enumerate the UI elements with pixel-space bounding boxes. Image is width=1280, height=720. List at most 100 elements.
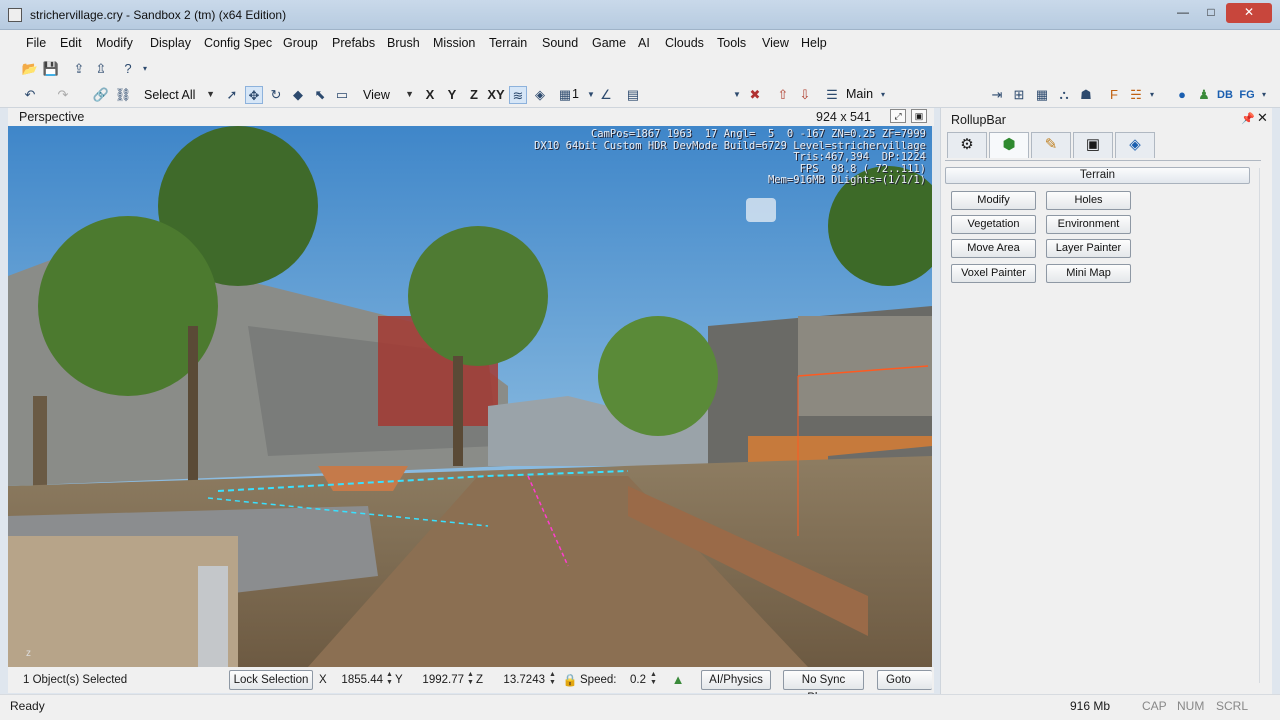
z-coordinate-field[interactable]: 13.7243 [486, 671, 545, 689]
toolbar-options-icon[interactable]: ▾ [1259, 86, 1269, 104]
modelling-icon[interactable]: ✎ [1031, 132, 1071, 158]
toolbar-options-icon[interactable]: ▾ [140, 60, 150, 78]
menu-help[interactable]: Help [801, 36, 827, 50]
unlink-icon[interactable]: ⛓ [114, 86, 132, 104]
lock-selection-button[interactable]: Lock Selection [229, 670, 313, 690]
voxel-painter-button[interactable]: Voxel Painter [951, 264, 1036, 283]
holes-button[interactable]: Holes [1046, 191, 1131, 210]
ai-physics-button[interactable]: AI/Physics [701, 670, 771, 690]
select-terrain-icon[interactable]: ⬉ [311, 86, 329, 104]
rotate-icon[interactable]: ↻ [267, 86, 285, 104]
menu-ai[interactable]: AI [638, 36, 650, 50]
close-icon[interactable]: ✕ [1257, 110, 1268, 126]
modify-button[interactable]: Modify [951, 191, 1036, 210]
character-icon[interactable]: ☗ [1077, 86, 1095, 104]
objects-icon[interactable]: ⚙ [947, 132, 987, 158]
lock-icon[interactable]: 🔒 [561, 671, 579, 689]
goto-selection-icon[interactable]: ⇥ [988, 86, 1006, 104]
axis-xy-button[interactable]: XY [485, 86, 507, 104]
angle-snap-icon[interactable]: ∠ [597, 86, 615, 104]
speed-field[interactable]: 0.2 [620, 671, 646, 689]
menu-file[interactable]: File [26, 36, 46, 50]
layer-painter-button[interactable]: Layer Painter [1046, 239, 1131, 258]
axis-z-button[interactable]: Z [465, 86, 483, 104]
table-icon[interactable]: ▦ [1033, 86, 1051, 104]
export-all-icon[interactable]: ⇫ [92, 60, 110, 78]
x-coordinate-field[interactable]: 1855.44 [328, 671, 383, 689]
terrain-section-header[interactable]: Terrain [945, 167, 1250, 184]
link-icon[interactable]: 🔗 [92, 86, 110, 104]
menu-config-spec[interactable]: Config Spec [204, 36, 272, 50]
display-icon[interactable]: ▣ [1073, 132, 1113, 158]
menu-prefabs[interactable]: Prefabs [332, 36, 375, 50]
menu-group[interactable]: Group [283, 36, 318, 50]
export-icon[interactable]: ⇪ [70, 60, 88, 78]
help-icon[interactable]: ? [119, 60, 137, 78]
speed-spinner[interactable]: ▲ ▼ [650, 671, 658, 689]
y-spinner[interactable]: ▲ ▼ [467, 671, 475, 689]
flowgraph-button[interactable]: FG [1237, 86, 1257, 104]
layer-up-icon[interactable]: ⇧ [774, 86, 792, 104]
menu-brush[interactable]: Brush [387, 36, 420, 50]
redo-icon[interactable]: ↷ [54, 86, 72, 104]
environment-button[interactable]: Environment [1046, 215, 1131, 234]
move-icon[interactable]: ✥ [245, 86, 263, 104]
toolbar-options-icon[interactable]: ▾ [878, 86, 888, 104]
chevron-down-icon[interactable]: ▼ [728, 86, 746, 104]
toolbar-options-icon[interactable]: ▾ [1147, 86, 1157, 104]
select-icon[interactable]: ➚ [223, 86, 241, 104]
terrain-follow-icon[interactable]: ≋ [509, 86, 527, 104]
menu-clouds[interactable]: Clouds [665, 36, 704, 50]
perspective-viewport[interactable]: CamPos=1867 1963 17 Angl= 5 0 -167 ZN=0.… [8, 126, 932, 667]
goto-position-button[interactable]: Goto posi [877, 670, 932, 690]
x-spinner[interactable]: ▲ ▼ [386, 671, 394, 689]
rollup-scrollbar[interactable] [1259, 168, 1269, 683]
database-button[interactable]: DB [1214, 86, 1236, 104]
facial-editor-icon[interactable]: ☵ [1127, 86, 1145, 104]
selection-mask-combo[interactable]: Select All ▼ [139, 85, 219, 105]
terrain-icon[interactable]: ⬢ [989, 132, 1029, 158]
menu-tools[interactable]: Tools [717, 36, 746, 50]
snap-to-objects-icon[interactable]: ◈ [531, 86, 549, 104]
move-area-button[interactable]: Move Area [951, 239, 1036, 258]
scale-icon[interactable]: ◆ [289, 86, 307, 104]
menu-display[interactable]: Display [150, 36, 191, 50]
menu-edit[interactable]: Edit [60, 36, 82, 50]
delete-layer-icon[interactable]: ✖ [746, 86, 764, 104]
save-icon[interactable]: 💾 [42, 60, 60, 78]
menu-game[interactable]: Game [592, 36, 626, 50]
menu-mission[interactable]: Mission [433, 36, 475, 50]
vegetation-button[interactable]: Vegetation [951, 215, 1036, 234]
maximize-button[interactable]: □ [1198, 3, 1224, 23]
menu-sound[interactable]: Sound [542, 36, 578, 50]
current-layer-label[interactable]: Main [846, 87, 873, 101]
viewport-name[interactable]: Perspective [19, 110, 84, 124]
grid-size-value[interactable]: 1 [572, 87, 579, 101]
axis-y-button[interactable]: Y [443, 86, 461, 104]
terrain-collision-icon[interactable]: ▲ [669, 671, 687, 689]
undo-icon[interactable]: ↶ [21, 86, 39, 104]
no-sync-player-button[interactable]: No Sync Player [783, 670, 864, 704]
axis-x-button[interactable]: X [421, 86, 439, 104]
trackview-icon[interactable]: ⛬ [1055, 86, 1073, 104]
y-coordinate-field[interactable]: 1992.77 [404, 671, 464, 689]
graph-icon[interactable]: ⊞ [1010, 86, 1028, 104]
close-button[interactable]: ✕ [1226, 3, 1272, 23]
ai-icon[interactable]: ♟ [1195, 86, 1213, 104]
layers-icon[interactable]: ◈ [1115, 132, 1155, 158]
minimize-button[interactable]: — [1170, 3, 1196, 23]
reference-coord-combo[interactable]: View ▼ [358, 85, 418, 105]
menu-terrain[interactable]: Terrain [489, 36, 527, 50]
rect-select-icon[interactable]: ▭ [333, 86, 351, 104]
pin-icon[interactable]: 📌 [1241, 112, 1255, 125]
globe-icon[interactable]: ● [1173, 86, 1191, 104]
notes-icon[interactable]: ▤ [624, 86, 642, 104]
viewport-layout-icon[interactable]: ▣ [911, 109, 927, 123]
flowgraph-f-icon[interactable]: F [1105, 86, 1123, 104]
open-folder-icon[interactable]: 📂 [21, 60, 39, 78]
mini-map-button[interactable]: Mini Map [1046, 264, 1131, 283]
menu-view[interactable]: View [762, 36, 789, 50]
z-spinner[interactable]: ▲ ▼ [549, 671, 557, 689]
layer-down-icon[interactable]: ⇩ [796, 86, 814, 104]
viewport-maximize-icon[interactable]: ⤢ [890, 109, 906, 123]
